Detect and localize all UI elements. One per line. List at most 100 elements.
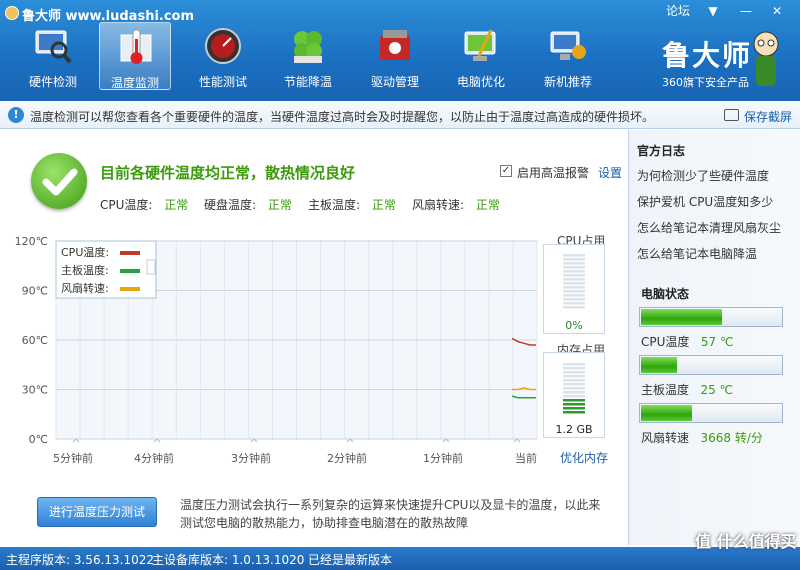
log-link[interactable]: 怎么给笔记本电脑降温 bbox=[637, 245, 757, 262]
status-label: CPU温度: bbox=[100, 198, 153, 212]
usage-bar-segment bbox=[563, 254, 585, 257]
usage-bar-segment bbox=[563, 379, 585, 382]
usage-bar-segment bbox=[563, 282, 585, 285]
app-logo-icon bbox=[5, 6, 19, 20]
tool-energy-saving[interactable]: 节能降温 bbox=[272, 22, 344, 90]
usage-bar-segment bbox=[563, 399, 585, 402]
usage-bar-segment bbox=[563, 290, 585, 293]
meter-value: 25 ℃ bbox=[700, 383, 734, 397]
usage-bar-segment bbox=[563, 306, 585, 309]
usage-bar-segment bbox=[563, 411, 585, 414]
optimize-memory-link[interactable]: 优化内存 bbox=[560, 449, 608, 466]
settings-link[interactable]: 设置 bbox=[598, 164, 622, 181]
x-tick-label: 当前 bbox=[515, 451, 537, 465]
watermark: 值 什么值得买 bbox=[695, 532, 797, 551]
usage-bar-segment bbox=[563, 302, 585, 305]
usage-bar-segment bbox=[563, 387, 585, 390]
camera-icon[interactable] bbox=[724, 109, 739, 121]
legend-swatch bbox=[120, 287, 140, 291]
broom-monitor-icon bbox=[464, 29, 496, 61]
y-tick-label: 0℃ bbox=[29, 433, 48, 446]
ok-check-icon bbox=[31, 153, 87, 209]
new-pc-icon bbox=[550, 31, 586, 60]
cpu-temp-reading: CPU温度 57 ℃ bbox=[641, 333, 733, 350]
board-temp-reading: 主板温度 25 ℃ bbox=[641, 381, 733, 398]
legend-collapse-tab bbox=[146, 259, 156, 275]
x-tick-label: 4分钟前 bbox=[134, 451, 174, 465]
x-tick-label: 3分钟前 bbox=[231, 451, 271, 465]
log-link[interactable]: 怎么给笔记本清理风扇灰尘 bbox=[637, 219, 781, 236]
speedometer-icon bbox=[205, 28, 241, 64]
info-icon: ! bbox=[8, 107, 24, 123]
tool-label: 驱动管理 bbox=[370, 75, 419, 89]
tool-performance-test[interactable]: 性能测试 bbox=[187, 22, 259, 90]
tool-pc-optimize[interactable]: 电脑优化 bbox=[445, 22, 517, 90]
legend-swatch bbox=[120, 251, 140, 255]
board-temp-status: 主板温度: 正常 bbox=[308, 196, 396, 213]
usage-bar-segment bbox=[563, 395, 585, 398]
meter-label: CPU温度 bbox=[641, 335, 690, 349]
usage-bar-segment bbox=[563, 294, 585, 297]
mascot-icon bbox=[753, 31, 779, 86]
brand-logo: 鲁大师 360旗下安全产品 bbox=[656, 28, 786, 94]
mem-usage-value: 1.2 GB bbox=[555, 423, 593, 436]
x-tick-label: 1分钟前 bbox=[423, 451, 463, 465]
menu-down-icon[interactable]: ▼ bbox=[700, 2, 726, 20]
pc-state-title: 电脑状态 bbox=[641, 287, 690, 301]
legend-swatch bbox=[120, 269, 140, 273]
status-title: 目前各硬件温度均正常，散热情况良好 bbox=[100, 164, 356, 182]
legend-label: CPU温度: bbox=[61, 245, 109, 259]
usage-bar-segment bbox=[563, 286, 585, 289]
meter-fill bbox=[641, 309, 722, 325]
legend-label: 风扇转速: bbox=[61, 281, 109, 295]
right-sidebar: 官方日志 为何检测少了些硬件温度 保护爱机 CPU温度知多少 怎么给笔记本清理风… bbox=[628, 130, 800, 545]
tool-hardware-detect[interactable]: 硬件检测 bbox=[17, 22, 89, 90]
usage-bar-segment bbox=[563, 298, 585, 301]
tool-temperature-monitor[interactable]: 温度监测 bbox=[99, 22, 171, 90]
stress-test-description: 温度压力测试会执行一系列复杂的运算来快速提升CPU以及显卡的温度，以此来测试您电… bbox=[180, 498, 601, 530]
log-link[interactable]: 为何检测少了些硬件温度 bbox=[637, 167, 769, 184]
minimize-icon[interactable]: — bbox=[733, 2, 759, 20]
official-log-title: 官方日志 bbox=[637, 144, 686, 158]
status-value: 正常 bbox=[267, 198, 292, 212]
meter-fill bbox=[641, 357, 677, 373]
usage-bar-segment bbox=[563, 270, 585, 273]
tool-label: 电脑优化 bbox=[456, 75, 505, 89]
info-bar: ! 温度检测可以帮您查看各个重要硬件的温度，当硬件温度过高时会及时提醒您，以防止… bbox=[0, 101, 800, 129]
info-message: 温度检测可以帮您查看各个重要硬件的温度，当硬件温度过高时会及时提醒您，以防止由于… bbox=[30, 110, 655, 124]
cpu-usage-panel: 0% bbox=[543, 244, 605, 334]
save-screenshot-link[interactable]: 保存截屏 bbox=[744, 108, 792, 125]
x-tick-label: 5分钟前 bbox=[53, 451, 93, 465]
y-tick-label: 30℃ bbox=[22, 384, 48, 397]
usage-bar-segment bbox=[563, 407, 585, 410]
board-temp-meter bbox=[639, 355, 783, 375]
tool-label: 新机推荐 bbox=[543, 75, 592, 89]
status-value: 正常 bbox=[371, 198, 396, 212]
disk-temp-status: 硬盘温度: 正常 bbox=[204, 196, 292, 213]
close-icon[interactable]: ✕ bbox=[764, 2, 790, 20]
usage-bar-segment bbox=[563, 274, 585, 277]
clover-icon bbox=[294, 31, 322, 63]
usage-bar-segment bbox=[563, 262, 585, 265]
usage-bar-segment bbox=[563, 266, 585, 269]
alarm-label: 启用高温报警 bbox=[517, 166, 590, 180]
tool-new-pc-recommend[interactable]: 新机推荐 bbox=[532, 22, 604, 90]
stress-test-button[interactable]: 进行温度压力测试 bbox=[37, 497, 157, 527]
brand-subtitle: 360旗下安全产品 bbox=[662, 76, 749, 89]
status-label: 主板温度: bbox=[308, 198, 361, 212]
checkbox-check-icon: ✓ bbox=[500, 165, 512, 177]
status-label: 风扇转速: bbox=[412, 198, 465, 212]
driver-box-icon bbox=[380, 30, 410, 60]
log-link[interactable]: 保护爱机 CPU温度知多少 bbox=[637, 193, 773, 210]
x-tick-label: 2分钟前 bbox=[327, 451, 367, 465]
status-value: 正常 bbox=[475, 198, 500, 212]
temperature-chart: 0℃ 30℃ 60℃ 90℃ 120℃ 5分钟前 4分钟前 3分钟前 2分钟前 1分钟前 当前 CPU… bbox=[15, 235, 538, 465]
usage-bar-segment bbox=[563, 371, 585, 374]
tool-driver-management[interactable]: 驱动管理 bbox=[359, 22, 431, 90]
y-tick-label: 120℃ bbox=[15, 235, 48, 248]
forum-link[interactable]: 论坛 bbox=[663, 2, 693, 20]
status-bar: 主程序版本: 3.56.13.1022 主设备库版本: 1.0.13.1020 … bbox=[0, 547, 800, 570]
fan-speed-reading: 风扇转速 3668 转/分 bbox=[641, 429, 763, 446]
thermometer-icon bbox=[120, 29, 152, 64]
legend-label: 主板温度: bbox=[61, 263, 109, 277]
